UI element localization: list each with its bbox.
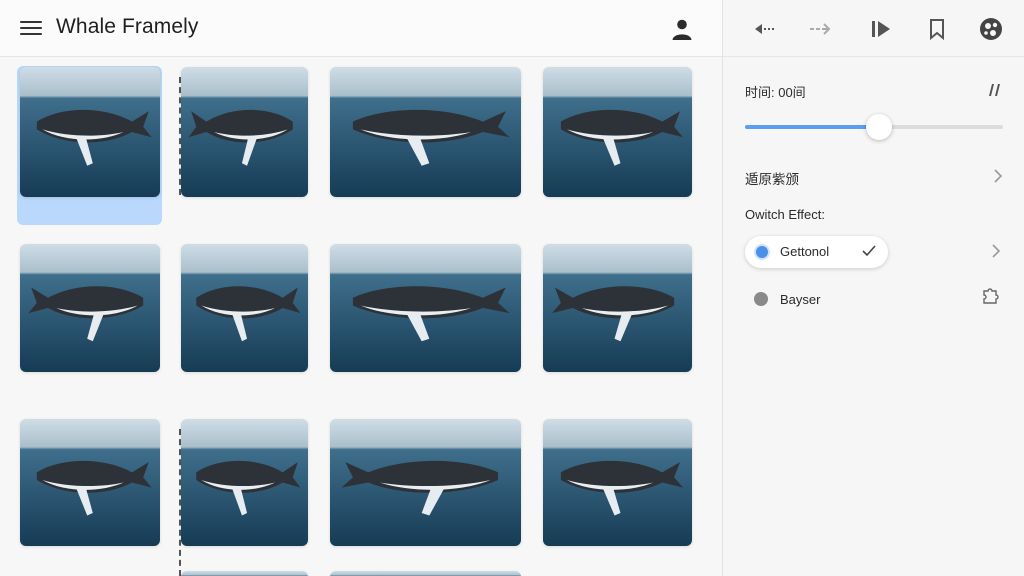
radio-selected-icon [754, 244, 770, 260]
whale-thumbnail[interactable] [20, 244, 160, 372]
effect-option-label: Gettonol [780, 244, 830, 259]
whale-thumbnail[interactable] [181, 67, 308, 197]
app-header: Whale Framely [0, 0, 722, 57]
whale-thumbnail[interactable] [543, 419, 692, 546]
slider-thumb[interactable] [866, 114, 893, 140]
chevron-right-icon [994, 169, 1003, 183]
forward-arrow-icon[interactable] [807, 16, 833, 42]
hamburger-menu-icon[interactable] [20, 18, 42, 38]
globe-icon[interactable] [978, 16, 1004, 42]
settings-row-label: 遁原紫颁 [745, 172, 799, 187]
rewind-icon[interactable] [751, 16, 777, 42]
whale-thumbnail[interactable] [181, 244, 308, 372]
thumbnail-gallery [0, 57, 722, 576]
playback-toolbar [723, 0, 1024, 57]
app-title: Whale Framely [56, 15, 199, 38]
whale-thumbnail[interactable] [20, 419, 160, 546]
whale-thumbnail[interactable] [543, 67, 692, 197]
checkmark-icon [862, 245, 876, 257]
settings-row-link[interactable]: 遁原紫颁 [745, 168, 1003, 188]
account-icon[interactable] [670, 17, 694, 41]
time-slider[interactable] [745, 114, 1003, 140]
whale-thumbnail[interactable] [330, 571, 521, 576]
effect-heading: Owitch Effect: [745, 207, 825, 222]
play-next-icon[interactable] [868, 16, 894, 42]
effect-option-gettonol[interactable]: Gettonol [745, 236, 888, 268]
whale-thumbnail[interactable] [330, 244, 521, 372]
whale-thumbnail[interactable] [330, 419, 521, 546]
whale-thumbnail[interactable] [543, 244, 692, 372]
whale-thumbnail[interactable] [181, 571, 308, 576]
puzzle-icon[interactable] [981, 285, 1001, 305]
pause-icon[interactable] [985, 83, 1001, 97]
radio-unselected-icon [754, 292, 768, 306]
chevron-right-icon[interactable] [991, 244, 1001, 258]
effect-option-bayser[interactable]: Bayser [745, 284, 888, 314]
time-label: 时间: 00间 [745, 85, 806, 100]
bookmark-icon[interactable] [924, 16, 950, 42]
whale-thumbnail[interactable] [20, 67, 160, 197]
effect-option-label: Bayser [780, 292, 821, 307]
whale-thumbnail[interactable] [181, 419, 308, 546]
settings-panel: 时间: 00间 遁原紫颁 Owitch Effect: Gettonol Bay… [722, 0, 1024, 576]
whale-thumbnail[interactable] [330, 67, 521, 197]
slider-fill [745, 125, 880, 129]
